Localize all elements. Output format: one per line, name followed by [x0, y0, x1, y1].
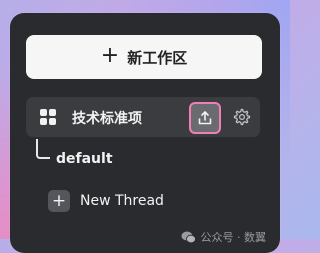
- grid-icon: [40, 109, 56, 125]
- branch-default-label[interactable]: default: [56, 151, 113, 167]
- gear-icon: [233, 108, 251, 126]
- settings-button[interactable]: [232, 107, 252, 127]
- watermark: 公众号 · 数翼: [181, 229, 267, 245]
- new-workspace-button[interactable]: + 新工作区: [26, 35, 262, 79]
- new-thread-label: New Thread: [80, 193, 164, 209]
- sidebar-panel: + 新工作区 技术标准项 default + New Thread 公众号 · …: [10, 13, 280, 253]
- workspace-item[interactable]: 技术标准项: [26, 97, 260, 137]
- plus-icon: +: [48, 190, 70, 212]
- tree-connector: [36, 139, 50, 159]
- wechat-icon: [181, 231, 196, 243]
- watermark-text: 公众号 · 数翼: [200, 231, 267, 244]
- workspace-name: 技术标准项: [72, 111, 142, 127]
- upload-icon: [198, 111, 212, 125]
- new-thread-button[interactable]: + New Thread: [48, 188, 164, 214]
- new-workspace-label: 新工作区: [127, 48, 188, 67]
- plus-icon: +: [100, 43, 120, 68]
- upload-button[interactable]: [189, 102, 221, 134]
